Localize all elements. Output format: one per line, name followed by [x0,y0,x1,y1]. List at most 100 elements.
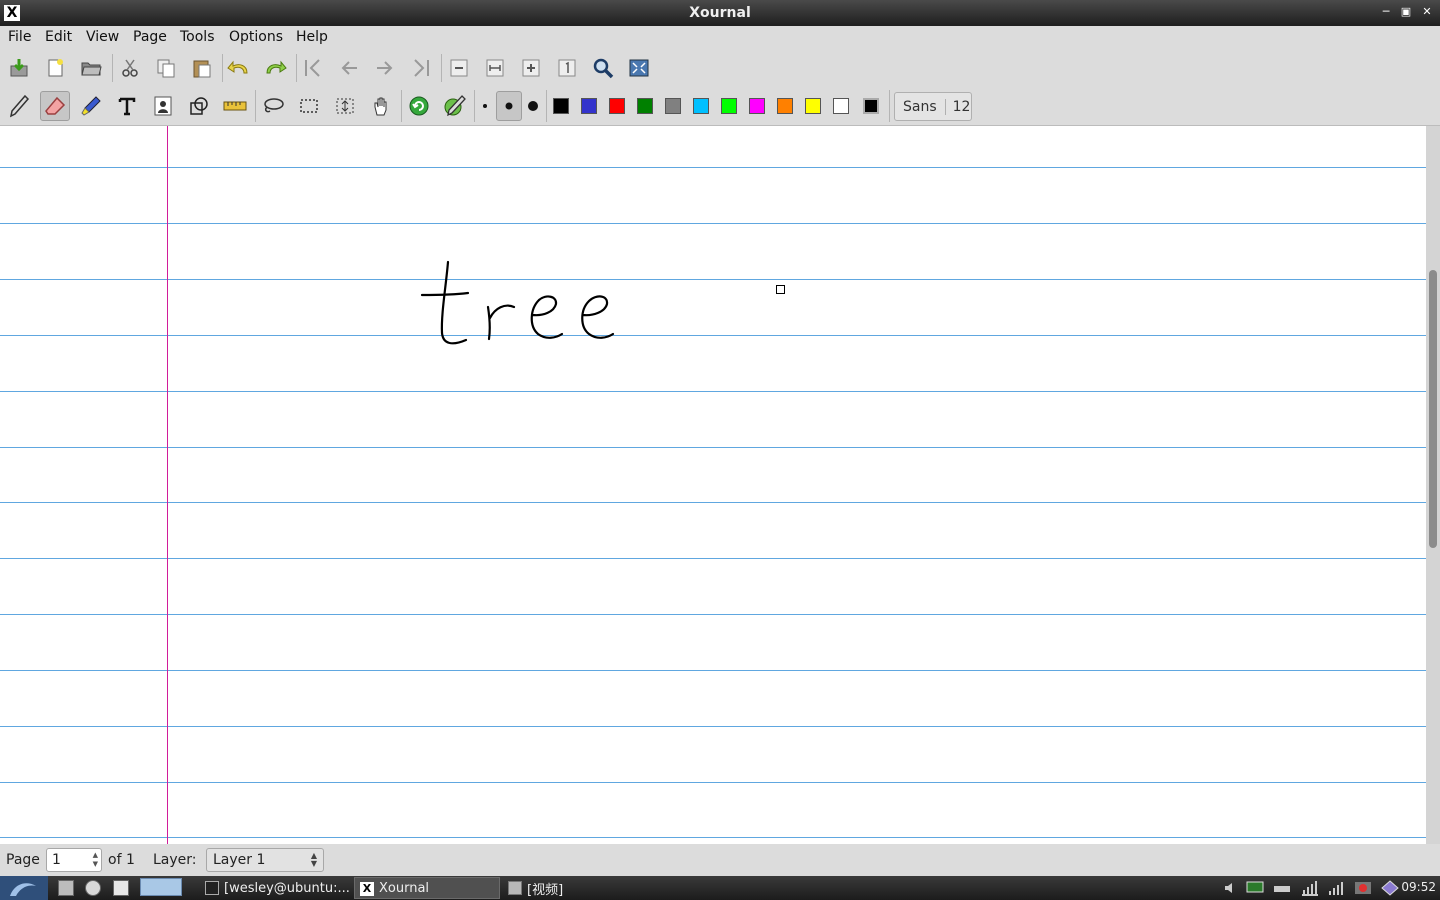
eraser-icon[interactable] [40,91,70,121]
minimize-icon[interactable]: ─ [1378,4,1394,20]
terminal-icon [205,881,219,895]
menu-options[interactable]: Options [229,29,283,45]
menu-file[interactable]: File [8,29,31,45]
color-cyan[interactable] [693,98,709,114]
color-gray[interactable] [665,98,681,114]
title-bar: X Xournal ─ ▣ ✕ [0,0,1440,26]
color-lime[interactable] [721,98,737,114]
color-white[interactable] [833,98,849,114]
browser-launcher-icon[interactable] [85,880,101,896]
show-desktop-icon[interactable] [113,880,129,896]
start-menu-button[interactable] [0,876,48,900]
menu-page[interactable]: Page [133,29,167,45]
image-icon[interactable] [148,91,178,121]
screen: X Xournal ─ ▣ ✕ File Edit View Page Tool… [0,0,1440,900]
network-icon[interactable] [1273,880,1290,896]
input-method-icon[interactable] [1381,880,1399,896]
main-toolbar [0,50,1440,86]
lasso-icon[interactable] [258,91,288,121]
cut-icon[interactable] [115,53,145,83]
default-tool-icon[interactable] [404,91,434,121]
font-size: 12 [952,98,971,115]
color-red[interactable] [609,98,625,114]
file-manager-launcher-icon[interactable] [58,880,74,896]
shape-recognizer-icon[interactable] [184,91,214,121]
fullscreen-icon[interactable] [624,53,654,83]
next-page-icon[interactable] [370,53,400,83]
window-title: Xournal [689,5,751,21]
rect-select-icon[interactable] [294,91,324,121]
task-terminal[interactable]: [wesley@ubuntu:... [200,877,352,899]
previous-page-icon[interactable] [334,53,364,83]
zoom-search-icon[interactable] [588,53,618,83]
color-blue[interactable] [581,98,597,114]
menu-tools[interactable]: Tools [180,29,215,45]
toolbar-separator [441,54,442,82]
maximize-icon[interactable]: ▣ [1398,4,1414,20]
scrollbar-thumb[interactable] [1429,270,1437,548]
toolbar-separator [112,54,113,82]
monitor-icon[interactable] [1246,880,1264,896]
record-icon[interactable] [1354,880,1371,896]
hand-icon[interactable] [366,91,396,121]
copy-icon[interactable] [151,53,181,83]
ruler-icon[interactable] [220,91,250,121]
pen-toolbar: Sans 12 [0,86,1440,126]
current-color-indicator[interactable] [863,98,879,114]
signal-strength-icon[interactable] [1327,880,1343,896]
page-number-spinner[interactable]: 1 ▲ ▼ [46,848,102,872]
thickness-thick-icon[interactable] [518,91,548,121]
volume-icon[interactable] [1222,880,1238,896]
toolbar-separator [255,90,256,122]
zoom-100-icon[interactable] [552,53,582,83]
toolbar-separator [401,90,402,122]
folder-icon [508,881,522,895]
text-icon[interactable] [112,91,142,121]
paste-icon[interactable] [187,53,217,83]
pen-icon[interactable] [4,91,34,121]
clock: 09:52 [1401,880,1436,894]
zoom-in-icon[interactable] [516,53,546,83]
close-icon[interactable]: ✕ [1419,4,1435,20]
chevron-updown-icon: ▲ ▼ [310,851,317,868]
menu-view[interactable]: View [86,29,119,45]
status-bar: Page 1 ▲ ▼ of 1 Layer: Layer 1 ▲ ▼ [0,844,1440,876]
workspace-switcher[interactable] [140,878,182,896]
color-green[interactable] [637,98,653,114]
zoom-fit-width-icon[interactable] [480,53,510,83]
task-label: [视频] [527,882,564,898]
page-number-value: 1 [52,852,61,868]
open-folder-icon[interactable] [76,53,106,83]
new-file-icon[interactable] [40,53,70,83]
color-black[interactable] [553,98,569,114]
color-magenta[interactable] [749,98,765,114]
toolbar-separator [222,54,223,82]
font-button[interactable]: Sans 12 [894,92,972,121]
note-page-canvas[interactable]: tree [0,126,1426,844]
task-label: [wesley@ubuntu:... [224,880,350,896]
menu-bar: File Edit View Page Tools Options Help [0,26,1440,50]
layer-label: Layer: [153,852,197,868]
font-name: Sans [895,98,946,115]
vertical-space-icon[interactable] [330,91,360,121]
cpu-graph-icon[interactable] [1301,880,1318,896]
layer-select-value: Layer 1 [213,852,266,868]
task-xournal[interactable]: X Xournal [354,877,500,899]
highlighter-icon[interactable] [76,91,106,121]
default-pen-icon[interactable] [440,91,470,121]
vertical-scrollbar[interactable] [1426,126,1440,844]
menu-edit[interactable]: Edit [45,29,72,45]
menu-help[interactable]: Help [296,29,328,45]
color-yellow[interactable] [805,98,821,114]
layer-select[interactable]: Layer 1 ▲ ▼ [206,848,324,872]
zoom-out-icon[interactable] [444,53,474,83]
save-icon[interactable] [4,53,34,83]
first-page-icon[interactable] [298,53,328,83]
task-folder[interactable]: [视频] [503,877,623,899]
color-orange[interactable] [777,98,793,114]
last-page-icon[interactable] [406,53,436,83]
spinner-arrows-icon[interactable]: ▲ ▼ [93,851,98,869]
redo-icon[interactable] [260,53,290,83]
toolbar-separator [546,90,547,122]
undo-icon[interactable] [224,53,254,83]
